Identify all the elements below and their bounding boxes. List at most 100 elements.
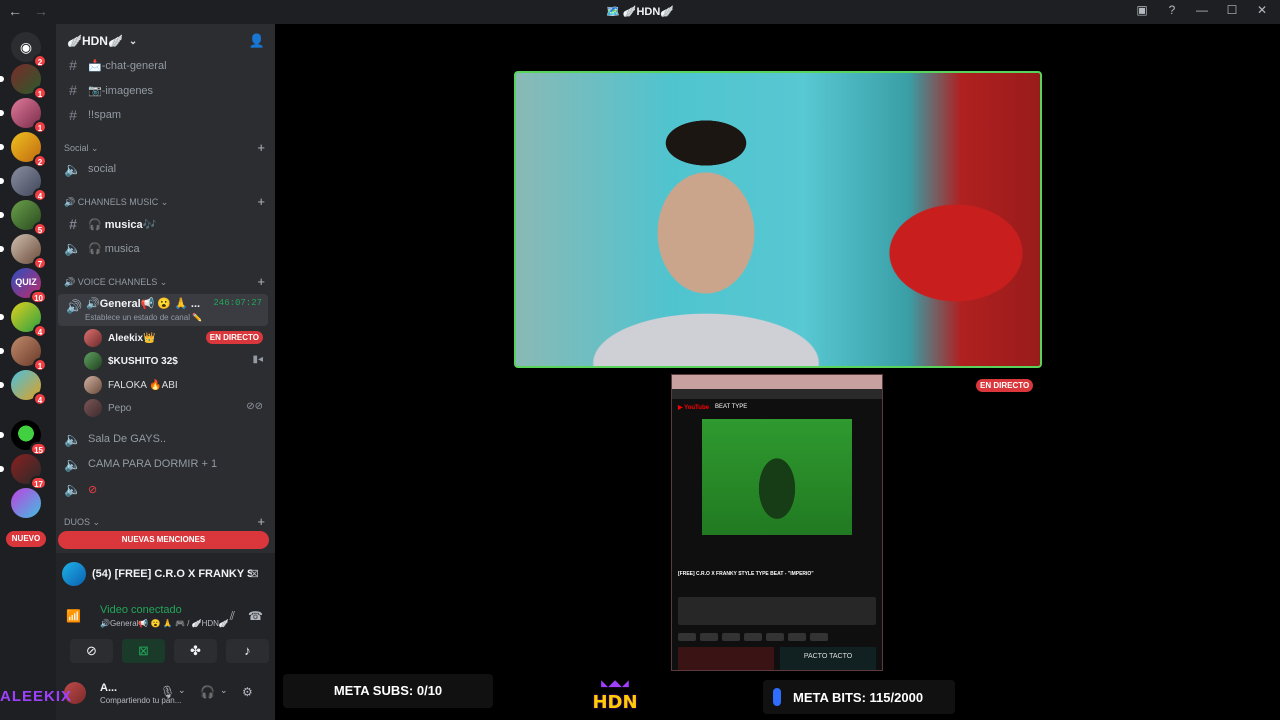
category-channels-music[interactable]: 🔊 CHANNELS MUSIC ⌄ + [64,194,269,210]
channel-imagenes[interactable]: # 📷-imagenes [64,79,269,101]
channel-musica-active[interactable]: # 🎧 musica🎶 [64,213,269,235]
server-icon[interactable]: 17 [0,454,47,490]
server-icon[interactable]: 5 [0,200,47,236]
channel-label: 📷-imagenes [88,84,154,97]
category-duos[interactable]: DUOS ⌄ + [64,514,269,530]
webcam-stream[interactable] [514,71,1042,368]
server-icon[interactable]: 2 [0,132,47,168]
add-channel-icon[interactable]: + [257,194,265,209]
screen-share-button[interactable]: ⊠ [122,639,165,663]
live-badge: EN DIRECTO [976,379,1034,392]
add-channel-icon[interactable]: + [257,514,265,529]
speaker-icon: 🔈 [64,480,82,497]
close-icon[interactable]: ✕ [1254,3,1270,17]
category-voice-channels[interactable]: 🔊 VOICE CHANNELS ⌄ + [64,274,269,290]
channel-sala[interactable]: 🔈 Sala De GAYS.. [64,428,269,450]
stream-title: (54) [FREE] C.R.O X FRANKY STYL... [92,568,252,580]
video-title: [FREE] C.R.O X FRANKY STYLE TYPE BEAT - … [678,571,814,577]
settings-gear-icon[interactable]: ⚙ [242,685,253,699]
unread-pill [0,382,4,388]
stream-preview[interactable]: (54) [FREE] C.R.O X FRANKY STYL... ⊠ [62,559,269,589]
unread-pill [0,144,4,150]
chevron-down-icon: ⌄ [159,276,168,287]
meta-bits-text: META BITS: 115/2000 [793,690,924,705]
soundboard-button[interactable]: ♪ [226,639,269,663]
muted-deafened-icon: ⊘⊘ [246,401,263,412]
voice-member[interactable]: FALOKA 🔥ABI [84,375,269,395]
server-icon[interactable]: 1 [0,64,47,100]
category-label: 🔊 VOICE CHANNELS [64,276,158,287]
browser-tabs [672,375,882,389]
bits-icon [773,688,781,706]
alien-server-icon[interactable]: 15 [0,420,47,456]
quiz-server-icon[interactable]: QUIZ 10 [11,268,47,304]
channel-spam[interactable]: # !!spam [64,104,269,126]
activities-button[interactable]: ✤ [174,639,217,663]
server-icon[interactable] [11,488,41,518]
forward-arrow-icon[interactable]: → [34,3,48,19]
server-icon[interactable]: 1 [0,336,47,372]
discord-home-icon[interactable]: ◉ 2 [11,32,47,68]
maximize-icon[interactable]: ☐ [1224,3,1240,17]
add-channel-icon[interactable]: + [257,140,265,155]
headphones-icon[interactable]: 🎧 [200,685,215,699]
chevron-down-icon[interactable]: ⌄ [220,685,228,696]
server-icon[interactable]: 4 [0,302,47,338]
new-badge[interactable]: NUEVO [6,531,46,547]
user-name[interactable]: A... [100,682,117,694]
category-label: DUOS [64,517,91,527]
unread-pill [0,110,4,116]
server-icon[interactable]: 4 [0,370,47,406]
help-icon[interactable]: ? [1164,3,1180,17]
voice-member[interactable]: Pepo ⊘⊘ [84,398,269,418]
new-mentions-button[interactable]: NUEVAS MENCIONES [58,531,269,549]
unread-badge: 17 [30,476,47,490]
channel-status[interactable]: Establece un estado de canal ✏️ [85,313,202,322]
server-icon[interactable]: 7 [0,234,47,270]
unread-pill [0,466,4,472]
user-panel: (54) [FREE] C.R.O X FRANKY STYL... ⊠ 📶 V… [56,553,275,720]
voice-member[interactable]: $KUSHITO 32$ ▮◂ [84,351,269,371]
unread-pill [0,314,4,320]
category-social[interactable]: Social ⌄ + [64,140,269,156]
signal-icon[interactable]: 📶 [66,609,81,623]
disconnect-icon[interactable]: ☎ [248,609,263,623]
voice-location[interactable]: 🔊General📢 😮 🙏 🎮 / 🪽HDN🪽 [100,619,229,628]
server-icon[interactable]: 1 [0,98,47,134]
member-name: Aleekix👑 [108,332,156,344]
browser-url-bar [672,389,882,399]
microphone-icon[interactable]: 🎙 [160,685,175,699]
voice-timer: 246:07:27 [213,298,262,308]
youtube-search: BEAT TYPE [714,404,748,410]
avatar [84,329,102,347]
channel-label: Sala De GAYS.. [88,433,167,445]
title-bar: ← → 🗺️ 🪽HDN🪽 ▣ ? — ☐ ✕ [0,0,1280,24]
channel-social[interactable]: 🔈 social [64,158,269,180]
noise-suppression-icon[interactable]: ⫽ [230,609,235,624]
channel-label: CAMA PARA DORMIR + 1 [88,458,218,470]
speaker-icon: 🔈 [64,239,82,256]
server-icon[interactable]: 4 [0,166,47,202]
inbox-icon[interactable]: ▣ [1134,3,1150,17]
speaker-icon: 🔈 [64,160,82,177]
window-title: 🗺️ 🪽HDN🪽 [606,6,674,18]
screen-share-stream[interactable]: ▶ YouTube BEAT TYPE [FREE] C.R.O X FRANK… [671,374,883,671]
channel-chat-general[interactable]: # 📩-chat-general [64,54,269,76]
unread-badge: 1 [33,120,47,134]
channel-label: !!spam [88,109,122,121]
stop-stream-icon[interactable]: ⊠ [250,567,259,580]
camera-off-button[interactable]: ⊘ [70,639,113,663]
channel-cama[interactable]: 🔈 CAMA PARA DORMIR + 1 [64,453,269,475]
add-channel-icon[interactable]: + [257,274,265,289]
channel-restricted[interactable]: 🔈 ⊘ [64,478,269,500]
channel-musica-voice[interactable]: 🔈 🎧 musica [64,237,269,259]
add-member-icon[interactable]: 👤 [249,33,265,49]
voice-channel-name: 🔊General📢 😮 🙏 ... [86,298,201,310]
hashtag-icon: # [69,107,77,123]
voice-member[interactable]: Aleekix👑 EN DIRECTO [84,328,269,348]
chevron-down-icon[interactable]: ⌄ [178,685,186,696]
minimize-icon[interactable]: — [1194,3,1210,17]
server-header[interactable]: 🪽HDN🪽 ⌄ 👤 [56,24,275,58]
back-arrow-icon[interactable]: ← [8,3,22,19]
voice-channel-general[interactable]: 🔊 🔊General📢 😮 🙏 ... 246:07:27 Establece … [58,294,268,326]
